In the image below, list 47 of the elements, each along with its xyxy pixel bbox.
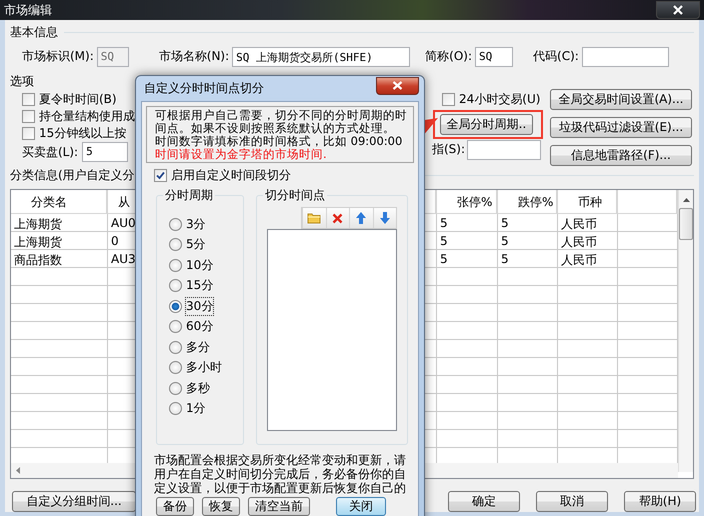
checkbox-label: 15分钟线以上按	[39, 125, 126, 142]
radio-label: 多秒	[186, 380, 210, 397]
table-cell: 5	[440, 234, 448, 248]
checkbox-label: 夏令时时间(B)	[39, 91, 117, 108]
radio-label: 多分	[186, 338, 210, 356]
group-title: 基本信息	[10, 24, 58, 40]
radio-label: 1分	[186, 400, 206, 418]
hint-text: 时间数字请填标准的时间格式，比如 09:00:00	[155, 135, 404, 148]
table-cell: 上海期货	[14, 235, 62, 250]
radio-label: 30分	[186, 298, 214, 315]
intro-text: 可根据用户自己需要，切分不同的分时周期的时间点。如果不设则按照系统默认的方式处理。	[155, 109, 407, 135]
table-cell: 5	[440, 216, 448, 230]
field-label: 代码(C):	[533, 48, 579, 66]
group-title: 分类信息(用户自定义分	[10, 166, 135, 184]
table-cell: AU0	[111, 216, 136, 230]
table-cell: 5	[501, 234, 509, 248]
table-cell: 0	[111, 234, 119, 248]
radio-label: 60分	[186, 318, 214, 336]
table-cell: 5	[501, 252, 509, 266]
group-title: 切分时间点	[263, 187, 327, 204]
table-cell: 5	[440, 252, 448, 266]
radio-label: 多小时	[186, 359, 222, 376]
table-cell: 5	[501, 216, 509, 230]
warning-text: 时间请设置为金字塔的市场时间.	[155, 148, 328, 161]
table-cell: AU3	[111, 252, 136, 266]
table-cell: 商品指数	[14, 253, 62, 268]
checkbox-label: 启用自定义时间段切分	[171, 167, 291, 184]
window-title: 市场编辑	[3, 2, 52, 18]
radio-label: 15分	[186, 277, 214, 294]
field-label: 市场标识(M):	[22, 48, 94, 66]
table-cell: 人民币	[561, 253, 597, 268]
radio-label: 10分	[186, 256, 214, 274]
field-label: 买卖盘(L):	[22, 144, 78, 161]
radio-label: 3分	[186, 216, 206, 233]
table-cell: 上海期货	[14, 217, 62, 232]
note-text: 市场配置会根据交易所变化经常变动和更新，请用户在自定义时间切分完成后，务必备份你的自定义设置，以便于市场配置更新后恢复你自己的	[154, 453, 407, 495]
dialog-title: 自定义分时时间点切分	[144, 80, 264, 97]
table-cell: 人民币	[561, 235, 597, 250]
group-title: 分时周期	[163, 187, 215, 204]
table-cell: 人民币	[561, 217, 597, 232]
field-label: 简称(O):	[425, 48, 472, 66]
checkbox-label: 24小时交易(U)	[459, 91, 540, 108]
checkbox-label: 持仓量结构使用成	[39, 108, 135, 126]
radio-label: 5分	[186, 236, 206, 254]
field-label: 指(S):	[432, 141, 466, 158]
field-label: 市场名称(N):	[158, 48, 230, 66]
group-title: 选项	[10, 72, 34, 90]
